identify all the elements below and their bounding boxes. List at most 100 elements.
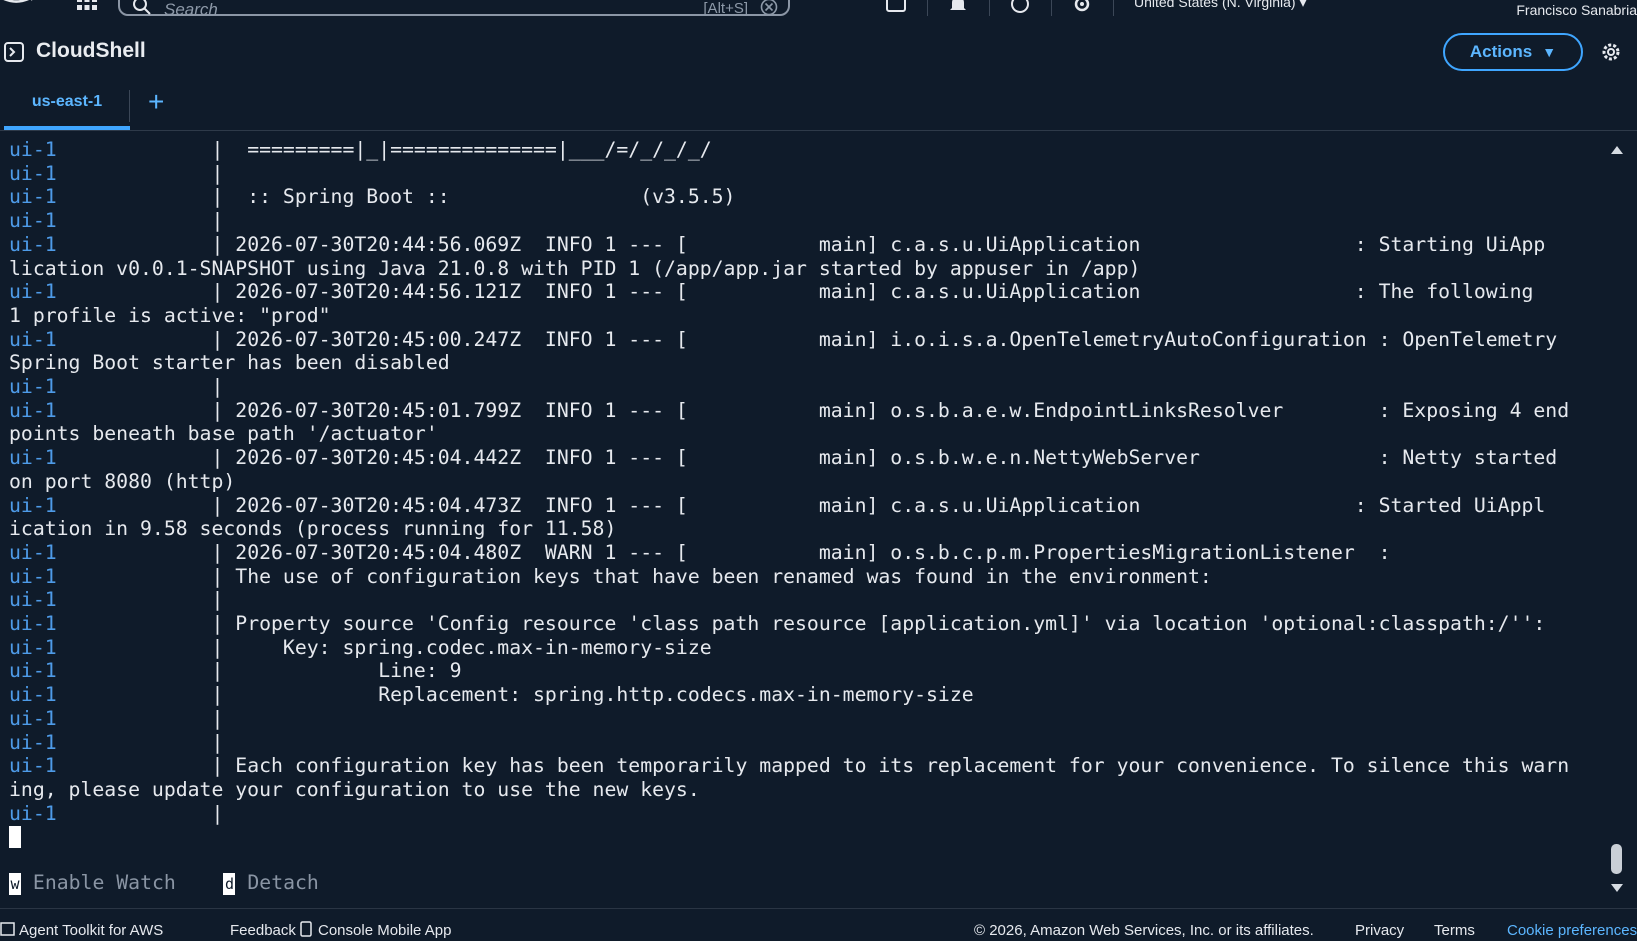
nav-divider	[989, 0, 990, 16]
scroll-up-icon[interactable]	[1611, 146, 1623, 154]
tab-us-east-1[interactable]: us-east-1	[4, 78, 130, 130]
notifications-bell-icon[interactable]	[947, 0, 969, 14]
log-text: | 2026-07-30T20:45:01.799Z INFO 1 --- [ …	[56, 398, 1570, 422]
log-text: | Property source 'Config resource 'clas…	[56, 612, 1546, 635]
privacy-link[interactable]: Privacy	[1355, 922, 1404, 939]
mobile-phone-icon	[300, 921, 312, 937]
aws-logo-icon[interactable]	[0, 0, 38, 12]
terminal-line: ui-1 | :: Spring Boot :: (v3.5.5)	[9, 185, 735, 209]
terminal-menu: w Enable Watch d Detach	[9, 871, 319, 895]
terminal-line: ui-1 | 2026-07-30T20:45:00.247Z INFO 1 -…	[9, 328, 1557, 352]
terminal-line: ui-1 |	[9, 707, 223, 731]
log-text: | 2026-07-30T20:45:00.247Z INFO 1 --- [ …	[56, 327, 1558, 351]
container-prefix: ui-1	[9, 659, 57, 683]
terminal-line: ui-1 | Line: 9	[9, 659, 462, 683]
log-text: |	[56, 801, 224, 825]
container-prefix: ui-1	[9, 588, 57, 612]
log-text: |	[56, 209, 224, 233]
search-shortcut: [Alt+S]	[703, 0, 748, 17]
log-text: | 2026-07-30T20:45:04.473Z INFO 1 --- [ …	[56, 493, 1546, 517]
console-mobile-app-link[interactable]: Console Mobile App	[318, 922, 451, 939]
terminal-line: ui-1 |	[9, 802, 223, 826]
container-prefix: ui-1	[9, 493, 57, 517]
search-placeholder: Search	[164, 0, 218, 19]
cookie-preferences-link[interactable]: Cookie preferences	[1507, 922, 1637, 939]
container-prefix: ui-1	[9, 209, 57, 233]
actions-button-label: Actions	[1469, 42, 1533, 61]
terminal-line: ui-1 | Each configuration key has been t…	[9, 754, 1569, 778]
container-prefix: ui-1	[9, 446, 57, 470]
container-prefix: ui-1	[9, 540, 57, 564]
terminal-line: ui-1 |	[9, 209, 223, 233]
search-icon	[133, 0, 151, 15]
settings-gear-icon[interactable]	[1071, 0, 1093, 14]
caret-down-icon: ▼	[1542, 44, 1557, 60]
feedback-link[interactable]: Feedback	[230, 922, 296, 939]
region-selector[interactable]: United States (N. Virginia) ▾	[1134, 0, 1307, 11]
container-prefix: ui-1	[9, 280, 57, 304]
container-prefix: ui-1	[9, 398, 57, 422]
scrollbar-thumb[interactable]	[1611, 844, 1622, 874]
log-text: |	[56, 730, 224, 754]
footer: Agent Toolkit for AWS Feedback Console M…	[0, 908, 1637, 941]
terminal-line: ui-1 |	[9, 375, 223, 399]
log-text: 1 profile is active: "prod"	[9, 303, 331, 327]
nav-divider	[927, 0, 928, 16]
cloudshell-header: CloudShell Actions ▼	[0, 26, 1637, 78]
container-prefix: ui-1	[9, 706, 57, 730]
terminal-line: ui-1 |	[9, 731, 223, 755]
terminal-line: ui-1 | 2026-07-30T20:45:04.480Z WARN 1 -…	[9, 541, 1390, 565]
terminal-line: Spring Boot starter has been disabled	[9, 351, 450, 375]
container-prefix: ui-1	[9, 185, 57, 209]
log-text: | =========|_|==============|___/=/_/_/_…	[56, 138, 712, 161]
page-title: CloudShell	[36, 39, 146, 62]
terminal-scrollbar[interactable]	[1604, 142, 1629, 896]
detach-key[interactable]: d	[223, 872, 236, 895]
terminal-line: ui-1 |	[9, 588, 223, 612]
help-icon[interactable]	[1009, 0, 1031, 14]
terminal-line: points beneath base path '/actuator'	[9, 422, 438, 446]
tab-divider	[129, 90, 130, 122]
actions-button[interactable]: Actions ▼	[1443, 33, 1583, 71]
terminal-line: ui-1 | Key: spring.codec.max-in-memory-s…	[9, 636, 712, 660]
cloudshell-nav-icon[interactable]	[885, 0, 907, 14]
log-text: ing, please update your configuration to…	[9, 777, 700, 801]
terminal-line: on port 8080 (http)	[9, 470, 235, 494]
terminal-output[interactable]: w Enable Watch d Detach ui-1 | =========…	[0, 138, 1602, 902]
container-prefix: ui-1	[9, 232, 57, 256]
detach-option[interactable]: Detach	[235, 871, 318, 894]
cloudshell-icon	[4, 42, 24, 62]
log-text: | :: Spring Boot :: (v3.5.5)	[56, 185, 736, 209]
log-text: | 2026-07-30T20:44:56.069Z INFO 1 --- [ …	[56, 232, 1546, 256]
container-prefix: ui-1	[9, 161, 57, 185]
terminal-line: 1 profile is active: "prod"	[9, 304, 331, 328]
search-input[interactable]: Search [Alt+S]	[118, 0, 790, 19]
terminal-line: ing, please update your configuration to…	[9, 778, 700, 802]
log-text: | 2026-07-30T20:45:04.442Z INFO 1 --- [ …	[56, 446, 1558, 470]
enable-watch-option[interactable]: Enable Watch	[21, 871, 176, 894]
log-text: |	[56, 375, 224, 398]
log-text: | 2026-07-30T20:45:04.480Z WARN 1 --- [ …	[56, 540, 1391, 564]
nav-divider	[1051, 0, 1052, 16]
terminal-line: ui-1 | The use of configuration keys tha…	[9, 565, 1212, 589]
watch-key[interactable]: w	[9, 872, 21, 895]
services-grid-icon[interactable]	[76, 0, 98, 12]
preferences-gear-icon[interactable]	[1599, 40, 1623, 64]
terminal-line: ui-1 | 2026-07-30T20:45:04.473Z INFO 1 -…	[9, 494, 1545, 518]
terminal-cursor	[9, 826, 21, 848]
container-prefix: ui-1	[9, 801, 57, 825]
copyright-text: © 2026, Amazon Web Services, Inc. or its…	[974, 922, 1314, 939]
user-menu[interactable]: Francisco Sanabria	[1516, 2, 1637, 18]
clear-search-icon[interactable]	[760, 0, 778, 16]
new-tab-button[interactable]: +	[148, 82, 164, 122]
log-text: |	[56, 706, 224, 730]
terminal-line: ui-1 | 2026-07-30T20:45:01.799Z INFO 1 -…	[9, 399, 1569, 423]
log-text: points beneath base path '/actuator'	[9, 422, 438, 446]
terms-link[interactable]: Terms	[1434, 922, 1475, 939]
log-text: on port 8080 (http)	[9, 469, 236, 493]
agent-toolkit-link[interactable]: Agent Toolkit for AWS	[19, 922, 163, 939]
terminal-line: ui-1 | Replacement: spring.http.codecs.m…	[9, 683, 974, 707]
top-navigation: Search [Alt+S] United States (N. Virgini…	[0, 0, 1637, 22]
log-text: | Each configuration key has been tempor…	[56, 754, 1570, 778]
scroll-down-icon[interactable]	[1611, 884, 1623, 892]
